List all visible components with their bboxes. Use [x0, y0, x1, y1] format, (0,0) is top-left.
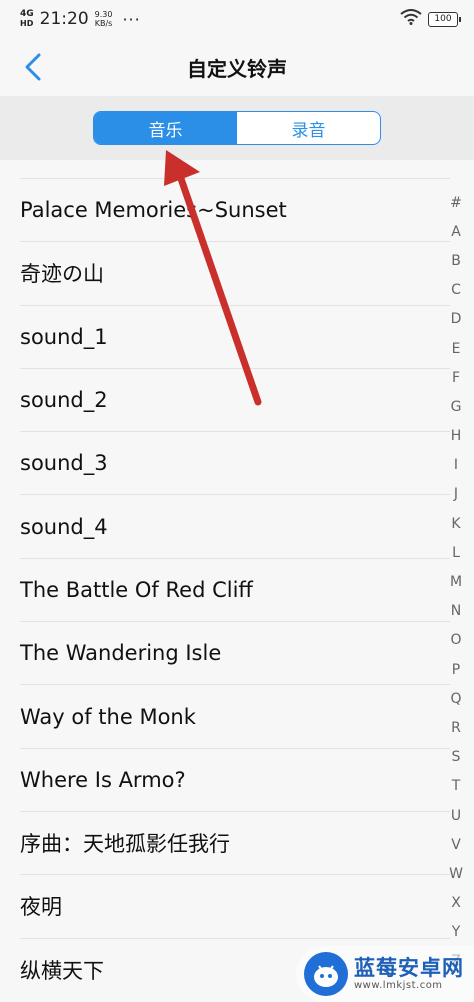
index-letter[interactable]: N: [451, 597, 461, 626]
index-letter[interactable]: F: [452, 363, 460, 392]
index-letter[interactable]: O: [450, 626, 461, 655]
ringtone-list: Palace Memories~Sunset 奇迹の山 sound_1 soun…: [0, 178, 450, 1001]
page-title: 自定义铃声: [187, 56, 287, 81]
network-sub-label: HD: [20, 19, 34, 28]
network-speed-value: 9.30: [94, 10, 113, 19]
watermark-url: www.lmkjst.com: [354, 980, 443, 992]
list-item[interactable]: 夜明: [20, 874, 450, 937]
index-letter[interactable]: H: [451, 422, 462, 451]
index-letter[interactable]: X: [451, 889, 461, 918]
watermark: 蓝莓安卓网 www.lmkjst.com: [296, 946, 474, 1002]
index-letter[interactable]: E: [452, 334, 461, 363]
index-letter[interactable]: S: [452, 743, 461, 772]
list-item[interactable]: 奇迹の山: [20, 241, 450, 304]
wifi-icon: [400, 9, 422, 29]
list-item[interactable]: sound_2: [20, 367, 450, 431]
network-label: 4G: [20, 9, 34, 19]
index-letter[interactable]: L: [452, 538, 460, 567]
status-bar: 4G HD 21:20 9.30 KB/s ··· 100: [0, 0, 474, 38]
segmented-control: 音乐 录音: [93, 111, 381, 145]
navigation-bar: 自定义铃声: [0, 38, 474, 96]
network-speed: 9.30 KB/s: [95, 10, 113, 28]
index-letter[interactable]: G: [451, 392, 462, 421]
segment-area: 音乐 录音: [0, 96, 474, 160]
list-item[interactable]: sound_1: [20, 304, 450, 368]
index-letter[interactable]: M: [450, 567, 462, 596]
index-letter[interactable]: D: [451, 305, 462, 334]
index-letter[interactable]: Q: [450, 684, 461, 713]
index-letter[interactable]: K: [451, 509, 460, 538]
list-item[interactable]: The Battle Of Red Cliff: [20, 557, 450, 621]
index-letter[interactable]: B: [451, 246, 461, 275]
index-letter[interactable]: U: [451, 801, 461, 830]
list-item[interactable]: Way of the Monk: [20, 684, 450, 747]
index-letter[interactable]: T: [452, 772, 461, 801]
back-button[interactable]: [16, 50, 50, 84]
index-letter[interactable]: I: [454, 451, 458, 480]
list-item[interactable]: 序曲：天地孤影任我行: [20, 810, 450, 874]
tab-recording[interactable]: 录音: [237, 112, 380, 144]
list-item[interactable]: sound_4: [20, 494, 450, 557]
tab-music[interactable]: 音乐: [94, 112, 237, 144]
battery-level: 100: [434, 14, 452, 24]
index-letter[interactable]: C: [451, 276, 461, 305]
battery-icon: 100: [428, 11, 461, 27]
watermark-logo-icon: [304, 952, 348, 996]
index-letter[interactable]: V: [451, 830, 461, 859]
status-time: 21:20: [39, 9, 89, 29]
index-letter[interactable]: A: [451, 217, 461, 246]
index-letter[interactable]: P: [452, 655, 460, 684]
index-letter[interactable]: #: [450, 188, 462, 217]
list-item[interactable]: Where Is Armo?: [20, 747, 450, 811]
list-item[interactable]: sound_3: [20, 431, 450, 494]
index-letter[interactable]: J: [454, 480, 458, 509]
list-item[interactable]: Palace Memories~Sunset: [20, 178, 450, 241]
index-letter[interactable]: Y: [452, 918, 461, 947]
index-letter[interactable]: R: [451, 713, 461, 742]
alphabet-index-bar[interactable]: # A B C D E F G H I J K L M N O P Q R S …: [444, 188, 468, 976]
network-indicator: 4G HD: [20, 9, 34, 29]
watermark-name: 蓝莓安卓网: [354, 955, 464, 980]
index-letter[interactable]: W: [449, 859, 463, 888]
list-item[interactable]: The Wandering Isle: [20, 621, 450, 684]
chevron-left-icon: [25, 53, 41, 81]
more-notifications-icon: ···: [122, 9, 141, 29]
network-speed-unit: KB/s: [94, 19, 113, 28]
